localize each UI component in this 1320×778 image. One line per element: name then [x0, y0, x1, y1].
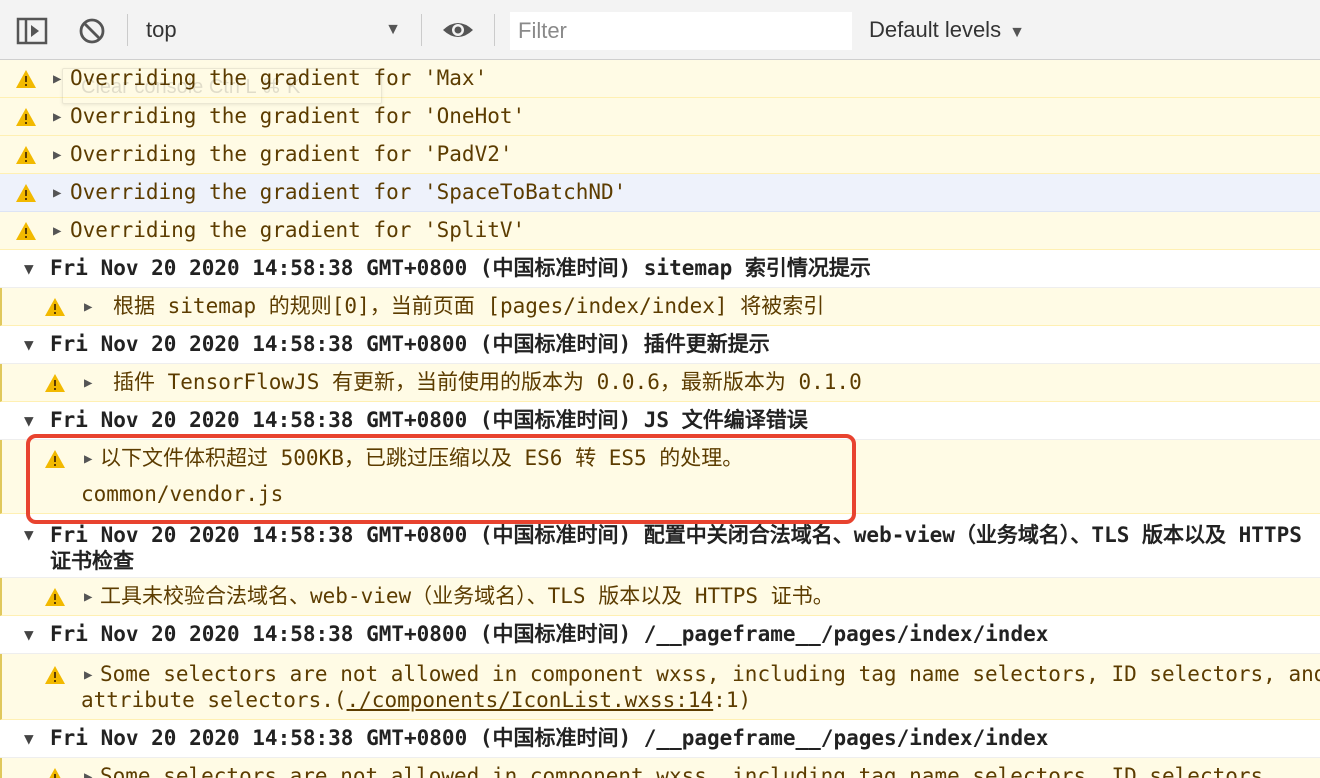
- levels-label: Default levels: [869, 17, 1002, 42]
- expand-triangle-icon[interactable]: ▶: [84, 452, 92, 466]
- expand-triangle-icon[interactable]: ▶: [53, 224, 61, 238]
- group-title: Fri Nov 20 2020 14:58:38 GMT+0800 (中国标准时…: [50, 256, 871, 280]
- console-group-header[interactable]: ▼ Fri Nov 20 2020 14:58:38 GMT+0800 (中国标…: [0, 514, 1320, 578]
- console-warning-row[interactable]: ▶ 根据 sitemap 的规则[0]，当前页面 [pages/index/in…: [0, 288, 1320, 326]
- console-warning-row[interactable]: ▶ Some selectors are not allowed in comp…: [0, 758, 1320, 778]
- console-group-header[interactable]: ▼ Fri Nov 20 2020 14:58:38 GMT+0800 (中国标…: [0, 250, 1320, 288]
- group-title: Fri Nov 20 2020 14:58:38 GMT+0800 (中国标准时…: [50, 622, 1049, 646]
- warning-icon: [16, 146, 36, 164]
- warning-message: 工具未校验合法域名、web-view（业务域名）、TLS 版本以及 HTTPS …: [100, 584, 834, 608]
- expand-triangle-icon[interactable]: ▶: [84, 376, 92, 390]
- warning-icon: [45, 374, 65, 392]
- group-title: Fri Nov 20 2020 14:58:38 GMT+0800 (中国标准时…: [50, 726, 1049, 750]
- filter-input[interactable]: [510, 12, 852, 50]
- collapse-triangle-icon[interactable]: ▼: [24, 337, 34, 353]
- expand-triangle-icon[interactable]: ▶: [53, 148, 61, 162]
- warning-icon: [16, 222, 36, 240]
- warning-message: Overriding the gradient for 'SpaceToBatc…: [70, 180, 627, 204]
- console-group-header[interactable]: ▼ Fri Nov 20 2020 14:58:38 GMT+0800 (中国标…: [0, 326, 1320, 364]
- toolbar-separator: [421, 14, 422, 46]
- clear-console-icon[interactable]: [78, 17, 106, 49]
- warning-icon: [45, 666, 65, 684]
- warning-detail: common/vendor.js: [81, 482, 284, 506]
- warning-message: 插件 TensorFlowJS 有更新，当前使用的版本为 0.0.6，最新版本为…: [113, 370, 862, 394]
- warning-icon: [16, 70, 36, 88]
- toolbar-separator: [127, 14, 128, 46]
- warning-message: 根据 sitemap 的规则[0]，当前页面 [pages/index/inde…: [113, 294, 825, 318]
- console-warning-row[interactable]: ▶ Overriding the gradient for 'Max': [0, 60, 1320, 98]
- chevron-down-icon: ▼: [385, 21, 401, 38]
- warning-icon: [49, 768, 61, 778]
- console-warning-row[interactable]: ▶ Overriding the gradient for 'OneHot': [0, 98, 1320, 136]
- console-warning-row[interactable]: ▶ Overriding the gradient for 'PadV2': [0, 136, 1320, 174]
- console-group-header[interactable]: ▼ Fri Nov 20 2020 14:58:38 GMT+0800 (中国标…: [0, 616, 1320, 654]
- console-warning-row[interactable]: ▶ 工具未校验合法域名、web-view（业务域名）、TLS 版本以及 HTTP…: [0, 578, 1320, 616]
- warning-text-end: :1): [713, 688, 752, 712]
- warning-icon: [45, 450, 65, 468]
- group-title: Fri Nov 20 2020 14:58:38 GMT+0800 (中国标准时…: [50, 332, 770, 356]
- console-warning-row[interactable]: ▶ Overriding the gradient for 'SplitV': [0, 212, 1320, 250]
- console-warning-row[interactable]: ▶ 以下文件体积超过 500KB，已跳过压缩以及 ES6 转 ES5 的处理。 …: [0, 440, 1320, 514]
- warning-message: Overriding the gradient for 'OneHot': [70, 104, 526, 128]
- chevron-down-icon: ▼: [1009, 24, 1025, 41]
- console-warning-row[interactable]: ▶ 插件 TensorFlowJS 有更新，当前使用的版本为 0.0.6，最新版…: [0, 364, 1320, 402]
- warning-icon: [16, 184, 36, 202]
- expand-triangle-icon[interactable]: ▶: [84, 590, 92, 604]
- warning-icon: [45, 298, 65, 316]
- source-link[interactable]: ./components/IconList.wxss:14: [347, 688, 714, 712]
- warning-icon: [45, 588, 65, 606]
- collapse-triangle-icon[interactable]: ▼: [24, 261, 34, 277]
- expand-triangle-icon[interactable]: ▶: [53, 72, 61, 86]
- console-warning-row[interactable]: ▶ Some selectors are not allowed in comp…: [0, 654, 1320, 720]
- warning-message: Overriding the gradient for 'SplitV': [70, 218, 526, 242]
- eye-icon[interactable]: [441, 19, 475, 45]
- warning-message: Overriding the gradient for 'PadV2': [70, 142, 513, 166]
- expand-triangle-icon[interactable]: ▶: [53, 186, 61, 200]
- context-select[interactable]: top ▼: [146, 14, 411, 46]
- default-levels-dropdown[interactable]: Default levels ▼: [869, 14, 1025, 46]
- expand-triangle-icon[interactable]: ▶: [84, 770, 92, 778]
- console-group-header[interactable]: ▼ Fri Nov 20 2020 14:58:38 GMT+0800 (中国标…: [0, 402, 1320, 440]
- toolbar-separator: [494, 14, 495, 46]
- console-messages: ▶ Overriding the gradient for 'Max' ▶ Ov…: [0, 60, 1320, 778]
- collapse-triangle-icon[interactable]: ▼: [24, 527, 34, 543]
- expand-triangle-icon[interactable]: ▶: [53, 110, 61, 124]
- sidebar-toggle-icon[interactable]: [16, 17, 48, 49]
- group-title: Fri Nov 20 2020 14:58:38 GMT+0800 (中国标准时…: [50, 408, 808, 432]
- warning-icon: [16, 108, 36, 126]
- collapse-triangle-icon[interactable]: ▼: [24, 731, 34, 747]
- console-group-header[interactable]: ▼ Fri Nov 20 2020 14:58:38 GMT+0800 (中国标…: [0, 720, 1320, 758]
- console-toolbar: top ▼ Default levels ▼: [0, 0, 1320, 60]
- collapse-triangle-icon[interactable]: ▼: [24, 627, 34, 643]
- console-warning-row[interactable]: ▶ Overriding the gradient for 'SpaceToBa…: [0, 174, 1320, 212]
- collapse-triangle-icon[interactable]: ▼: [24, 413, 34, 429]
- context-value: top: [146, 17, 177, 42]
- expand-triangle-icon[interactable]: ▶: [84, 300, 92, 314]
- warning-message: Some selectors are not allowed in compon…: [81, 661, 1320, 713]
- warning-message: 以下文件体积超过 500KB，已跳过压缩以及 ES6 转 ES5 的处理。: [100, 446, 744, 470]
- group-title: Fri Nov 20 2020 14:58:38 GMT+0800 (中国标准时…: [50, 523, 1302, 573]
- warning-message: Some selectors are not allowed in compon…: [100, 764, 1264, 778]
- warning-message: Overriding the gradient for 'Max': [70, 66, 488, 90]
